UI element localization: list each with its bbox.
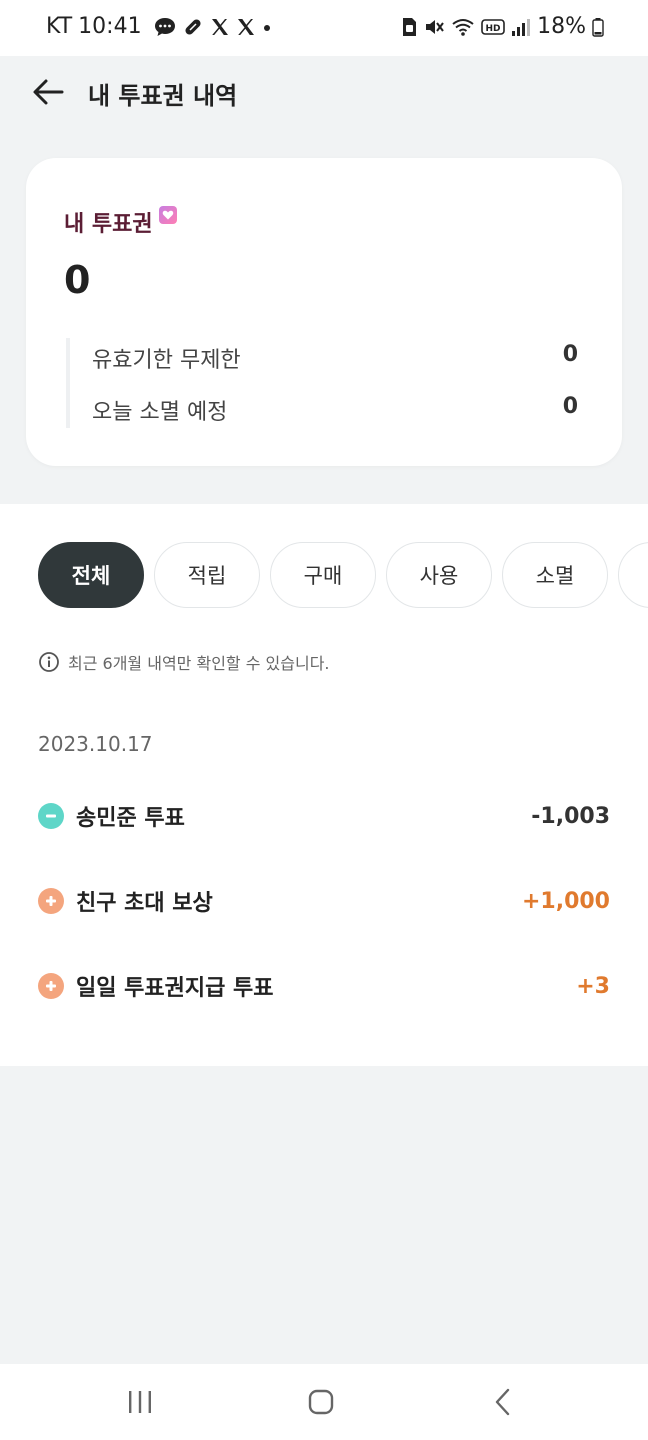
- status-bar: KT 10:41 HD 18%: [0, 0, 648, 56]
- chevron-left-icon: [495, 1388, 510, 1416]
- recent-apps-button[interactable]: [115, 1382, 165, 1422]
- summary-row-expiring-today: 오늘 소멸 예정 0: [92, 394, 578, 426]
- wifi-icon: [452, 18, 474, 36]
- battery-icon: [592, 17, 604, 37]
- summary-row-value: 0: [562, 342, 578, 367]
- tab-earned[interactable]: 적립: [154, 542, 260, 608]
- home-icon: [308, 1389, 334, 1415]
- system-back-button[interactable]: [478, 1382, 528, 1422]
- summary-row-label: 오늘 소멸 예정: [92, 400, 228, 425]
- clock: 10:41: [78, 14, 142, 39]
- plus-circle-icon: [38, 888, 64, 914]
- summary-row-value: 0: [562, 394, 578, 419]
- arrow-left-icon: [33, 79, 64, 105]
- mute-icon: [426, 19, 444, 34]
- sim-icon: [403, 17, 417, 36]
- history-item-label: 일일 투표권지급 투표: [76, 976, 274, 1001]
- history-item-amount: +3: [576, 973, 610, 999]
- tab-all[interactable]: 전체: [38, 542, 144, 608]
- heart-ticket-icon: [158, 206, 177, 224]
- vote-ticket-summary-card: 내 투표권 0 유효기한 무제한 0 오늘 소멸 예정 0: [26, 158, 622, 466]
- info-icon: [39, 652, 59, 672]
- history-date: 2023.10.17: [38, 732, 153, 756]
- notification-dot-icon: [263, 24, 270, 31]
- summary-row-label: 유효기한 무제한: [92, 348, 241, 373]
- chat-icon: [154, 17, 175, 36]
- history-panel: 전체 적립 구매 사용 소멸 최근 6개월 내역만 확인할 수 있습니다. 20…: [0, 504, 648, 1066]
- home-button[interactable]: [296, 1382, 346, 1422]
- page-title: 내 투표권 내역: [88, 82, 238, 110]
- x-logo-icon: [211, 18, 228, 35]
- history-item-label: 송민준 투표: [76, 806, 185, 831]
- recent-apps-icon: [129, 1391, 151, 1413]
- summary-label-text: 내 투표권: [64, 212, 153, 237]
- carrier-label: KT: [46, 14, 73, 39]
- total-vote-count: 0: [64, 258, 91, 302]
- pill-icon: [185, 18, 201, 35]
- summary-breakdown: 유효기한 무제한 0 오늘 소멸 예정 0: [66, 338, 578, 428]
- svg-text:HD: HD: [486, 24, 501, 34]
- tab-purchase[interactable]: 구매: [270, 542, 376, 608]
- plus-circle-icon: [38, 973, 64, 999]
- back-button[interactable]: [28, 72, 68, 112]
- battery-percent: 18%: [537, 14, 586, 39]
- history-item-label: 친구 초대 보상: [76, 891, 213, 916]
- x-logo-icon-2: [237, 18, 254, 35]
- history-item-amount: -1,003: [531, 803, 610, 829]
- signal-icon: [512, 18, 531, 36]
- history-item: 일일 투표권지급 투표 +3: [38, 966, 610, 1006]
- history-notice: 최근 6개월 내역만 확인할 수 있습니다.: [38, 650, 330, 674]
- filter-tabs: 전체 적립 구매 사용 소멸: [38, 542, 648, 610]
- history-item: 송민준 투표 -1,003: [38, 796, 610, 836]
- app-header: 내 투표권 내역: [0, 56, 648, 136]
- tab-expired[interactable]: 소멸: [502, 542, 608, 608]
- history-item: 친구 초대 보상 +1,000: [38, 881, 610, 921]
- system-nav-bar: [0, 1364, 648, 1440]
- tab-more-partial[interactable]: [618, 542, 648, 608]
- notice-text: 최근 6개월 내역만 확인할 수 있습니다.: [68, 654, 330, 673]
- summary-label: 내 투표권: [64, 206, 177, 238]
- history-item-amount: +1,000: [521, 888, 610, 914]
- tab-used[interactable]: 사용: [386, 542, 492, 608]
- hd-icon: HD: [481, 18, 505, 35]
- summary-row-unlimited: 유효기한 무제한 0: [92, 342, 578, 374]
- minus-circle-icon: [38, 803, 64, 829]
